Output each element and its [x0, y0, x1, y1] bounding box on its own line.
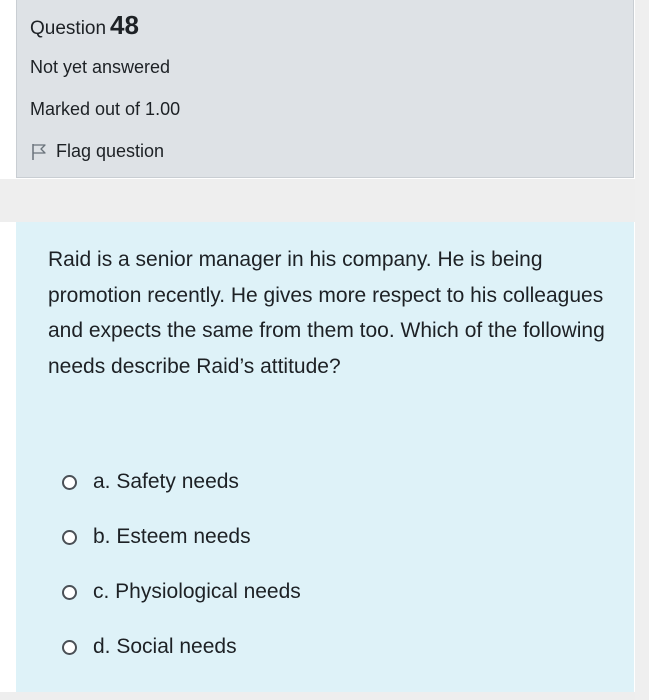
question-info-panel: Question 48 Not yet answered Marked out o… [16, 0, 634, 178]
question-number: Question 48 [30, 10, 139, 41]
answer-option-c[interactable]: c. Physiological needs [62, 564, 301, 619]
question-content-panel: Raid is a senior manager in his company.… [16, 222, 634, 692]
quiz-page: Question 48 Not yet answered Marked out o… [0, 0, 649, 700]
page-bottom-band [0, 692, 635, 700]
answer-label-a: a. Safety needs [93, 469, 239, 493]
answer-option-d[interactable]: d. Social needs [62, 619, 301, 674]
radio-button-b[interactable] [62, 530, 77, 545]
radio-button-a[interactable] [62, 475, 77, 490]
answer-label-d: d. Social needs [93, 634, 237, 658]
flag-icon [30, 143, 48, 161]
page-background-right [635, 0, 649, 700]
flag-question-label: Flag question [56, 141, 165, 161]
answer-label-b: b. Esteem needs [93, 524, 251, 548]
question-text: Raid is a senior manager in his company.… [48, 248, 605, 378]
radio-button-c[interactable] [62, 585, 77, 600]
question-state: Not yet answered [30, 57, 171, 77]
answer-option-b[interactable]: b. Esteem needs [62, 509, 301, 564]
panel-separator [0, 179, 635, 222]
flag-question-button[interactable]: Flag question [30, 141, 164, 162]
question-label: Question [30, 18, 107, 39]
question-grade: Marked out of 1.00 [30, 99, 181, 119]
answer-option-a[interactable]: a. Safety needs [62, 454, 301, 509]
answer-label-c: c. Physiological needs [93, 579, 301, 603]
answer-options: a. Safety needs b. Esteem needs c. Physi… [62, 454, 301, 674]
radio-button-d[interactable] [62, 640, 77, 655]
question-number-value: 48 [110, 10, 139, 40]
